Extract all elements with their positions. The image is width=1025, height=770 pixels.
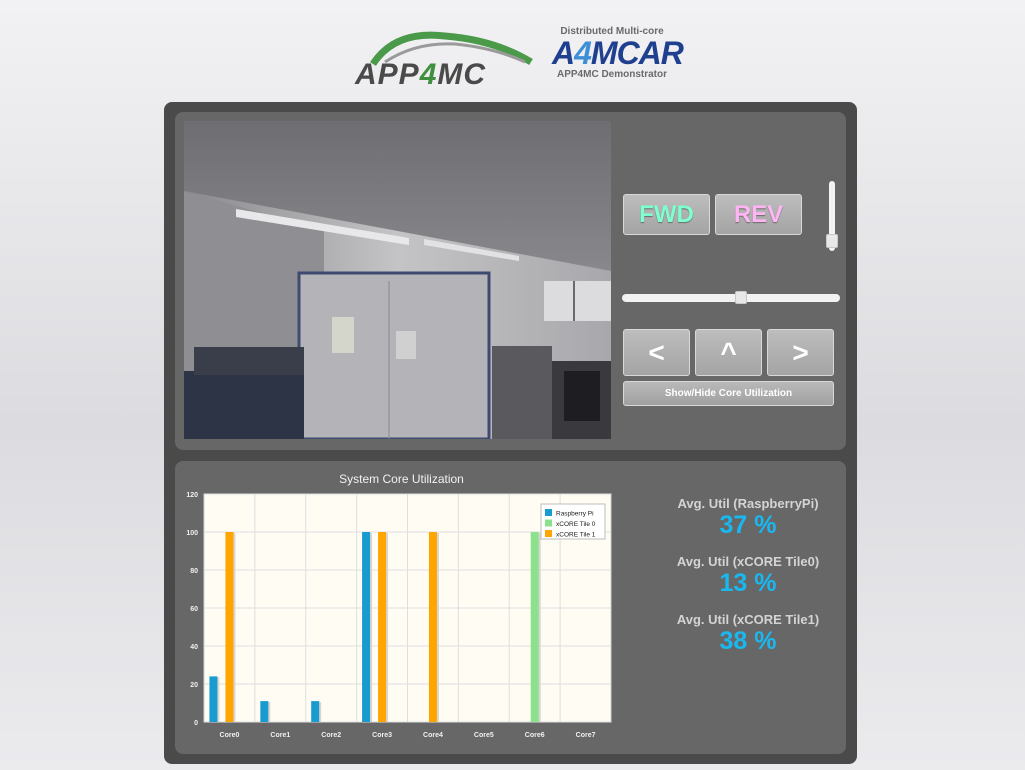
- x-tick-label: Core7: [576, 732, 596, 739]
- x-tick-label: Core5: [474, 732, 494, 739]
- bar: [362, 532, 371, 722]
- bar: [209, 676, 218, 722]
- avg-util-raspberrypi-value: 37 %: [719, 511, 777, 539]
- avg-util-xcore-tile1-value: 38 %: [719, 627, 777, 655]
- legend-swatch: [545, 530, 552, 537]
- bar: [260, 701, 269, 722]
- steering-slider-handle[interactable]: [735, 291, 748, 304]
- legend-swatch: [545, 519, 552, 527]
- y-tick-label: 120: [186, 492, 198, 499]
- toggle-core-utilization-button[interactable]: Show/Hide Core Utilization: [623, 381, 834, 406]
- steer-straight-button[interactable]: ^: [695, 329, 762, 376]
- legend-label: Raspberry Pi: [556, 511, 594, 518]
- y-tick-label: 80: [190, 568, 198, 575]
- y-tick-label: 100: [186, 530, 198, 537]
- x-tick-label: Core3: [372, 732, 392, 739]
- bar: [225, 532, 234, 722]
- rev-button[interactable]: REV: [715, 194, 802, 235]
- steering-slider[interactable]: [622, 294, 840, 302]
- x-tick-label: Core0: [220, 732, 240, 739]
- legend-swatch: [545, 509, 552, 516]
- camera-feed: [184, 121, 611, 439]
- camera-image: [184, 121, 611, 439]
- bar: [428, 532, 437, 722]
- avg-util-xcore-tile0-label: Avg. Util (xCORE Tile0): [676, 554, 820, 569]
- y-tick-label: 60: [190, 606, 198, 613]
- speed-slider-handle[interactable]: [826, 233, 838, 248]
- legend-label: xCORE Tile 0: [556, 521, 596, 528]
- steer-left-button[interactable]: <: [623, 329, 690, 376]
- bar: [530, 532, 539, 722]
- x-tick-label: Core1: [270, 732, 290, 739]
- y-tick-label: 40: [190, 644, 198, 651]
- y-tick-label: 20: [190, 682, 198, 689]
- a4mcar-logo-text: A4MCAR: [552, 35, 684, 71]
- app4mc-logo-text: APP4MC: [355, 58, 487, 91]
- avg-util-xcore-tile0-value: 13 %: [719, 569, 777, 597]
- a4mcar-logo: Distributed Multi-core A4MCAR APP4MC Dem…: [552, 26, 684, 96]
- avg-util-raspberrypi-label: Avg. Util (RaspberryPi): [677, 496, 819, 511]
- x-tick-label: Core2: [321, 732, 341, 739]
- legend-label: xCORE Tile 1: [556, 532, 596, 539]
- x-tick-label: Core6: [525, 732, 545, 739]
- core-utilization-chart: 0 20 40 60 80 100 120 Core0 Core1 Core2 Core3 Core4…: [186, 492, 612, 739]
- bar: [378, 532, 387, 722]
- avg-util-xcore-tile1-label: Avg. Util (xCORE Tile1): [676, 612, 820, 627]
- app4mc-logo: APP4MC: [355, 28, 535, 91]
- chart-title: System Core Utilization: [339, 472, 464, 486]
- fwd-button[interactable]: FWD: [623, 194, 710, 235]
- steer-right-button[interactable]: >: [767, 329, 834, 376]
- y-tick-label: 0: [194, 720, 198, 727]
- a4mcar-logo-subtitle: APP4MC Demonstrator: [556, 69, 668, 80]
- bar: [311, 701, 320, 722]
- x-tick-label: Core4: [423, 732, 443, 739]
